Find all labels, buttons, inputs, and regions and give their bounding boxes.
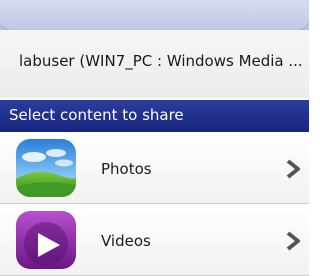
videos-label: Videos xyxy=(101,232,151,250)
section-header: Select content to share xyxy=(0,100,309,132)
section-title: Select content to share xyxy=(9,106,184,124)
photos-label: Photos xyxy=(101,160,152,178)
video-play-icon xyxy=(16,211,76,269)
list-item-photos[interactable]: Photos xyxy=(0,133,309,204)
top-bar-shape xyxy=(0,0,309,31)
top-bar xyxy=(0,0,309,31)
device-row[interactable]: labuser (WIN7_PC : Windows Media ... xyxy=(0,30,309,98)
photos-landscape-icon xyxy=(16,139,76,197)
chevron-right-icon xyxy=(286,159,300,179)
chevron-right-icon xyxy=(286,231,300,251)
device-name: labuser (WIN7_PC : Windows Media ... xyxy=(19,52,303,70)
list-item-videos[interactable]: Videos xyxy=(0,205,309,276)
